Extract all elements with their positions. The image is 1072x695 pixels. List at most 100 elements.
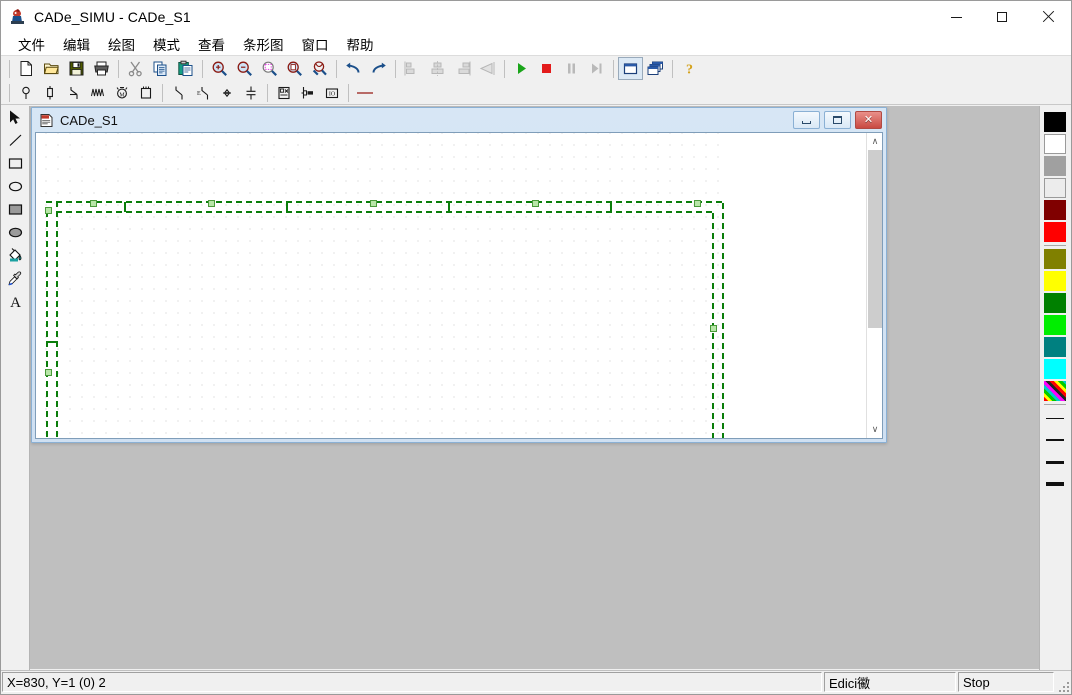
zoom-in-icon[interactable] bbox=[207, 57, 232, 80]
swatch-cyan[interactable] bbox=[1044, 359, 1066, 379]
capacitor-icon[interactable] bbox=[239, 82, 263, 103]
menu-edit[interactable]: 编辑 bbox=[55, 32, 98, 56]
swatch-black[interactable] bbox=[1044, 112, 1066, 132]
rectangle-filled-tool[interactable] bbox=[2, 198, 28, 221]
switch-icon[interactable] bbox=[167, 82, 191, 103]
title-bar: CADe_SIMU - CADe_S1 bbox=[1, 1, 1071, 33]
scrollbar-track[interactable] bbox=[867, 150, 882, 421]
menu-view[interactable]: 查看 bbox=[190, 32, 233, 56]
swatch-olive[interactable] bbox=[1044, 249, 1066, 269]
io-module-icon[interactable]: IO bbox=[320, 82, 344, 103]
ellipse-outline-tool[interactable] bbox=[2, 175, 28, 198]
open-folder-icon[interactable] bbox=[39, 57, 64, 80]
simulate-pause-icon[interactable] bbox=[559, 57, 584, 80]
line-width-1[interactable] bbox=[1043, 408, 1067, 428]
swatch-gray[interactable] bbox=[1044, 156, 1066, 176]
selection-handle[interactable] bbox=[90, 200, 97, 207]
zoom-out-icon[interactable] bbox=[232, 57, 257, 80]
child-window-title: CADe_S1 bbox=[60, 112, 118, 128]
line-width-4[interactable] bbox=[1043, 474, 1067, 494]
swatch-more-colors[interactable] bbox=[1044, 381, 1066, 401]
power-rail-selection[interactable] bbox=[45, 200, 724, 438]
wire-line-icon[interactable] bbox=[353, 82, 377, 103]
line-tool[interactable] bbox=[2, 129, 28, 152]
save-disk-icon[interactable] bbox=[64, 57, 89, 80]
align-left-icon[interactable] bbox=[400, 57, 425, 80]
menu-mode[interactable]: 模式 bbox=[145, 32, 188, 56]
align-center-icon[interactable] bbox=[425, 57, 450, 80]
selection-handle[interactable] bbox=[208, 200, 215, 207]
swatch-dark-green[interactable] bbox=[1044, 293, 1066, 313]
line-width-3[interactable] bbox=[1043, 452, 1067, 472]
swatch-yellow[interactable] bbox=[1044, 271, 1066, 291]
menu-barchart[interactable]: 条形图 bbox=[235, 32, 292, 56]
menu-draw[interactable]: 绘图 bbox=[100, 32, 143, 56]
child-minimize-button[interactable] bbox=[793, 111, 820, 129]
schematic-canvas[interactable] bbox=[36, 133, 866, 438]
menu-window[interactable]: 窗口 bbox=[294, 32, 337, 56]
zoom-pan-icon[interactable] bbox=[307, 57, 332, 80]
lamp-icon[interactable] bbox=[14, 82, 38, 103]
diode-icon[interactable] bbox=[215, 82, 239, 103]
chip-icon[interactable] bbox=[134, 82, 158, 103]
zoom-selection-icon[interactable] bbox=[257, 57, 282, 80]
new-document-icon[interactable] bbox=[14, 57, 39, 80]
swatch-red[interactable] bbox=[1044, 222, 1066, 242]
selection-handle[interactable] bbox=[532, 200, 539, 207]
child-close-button[interactable]: ✕ bbox=[855, 111, 882, 129]
swatch-white[interactable] bbox=[1044, 134, 1066, 154]
status-coordinates: X=830, Y=1 (0) 2 bbox=[2, 672, 822, 692]
undo-icon[interactable] bbox=[341, 57, 366, 80]
child-title-bar[interactable]: CADe_S1 ✕ bbox=[32, 108, 886, 132]
scroll-down-arrow-icon[interactable]: ∨ bbox=[867, 421, 882, 438]
copy-icon[interactable] bbox=[148, 57, 173, 80]
simulate-play-icon[interactable] bbox=[509, 57, 534, 80]
plc-block-icon[interactable] bbox=[272, 82, 296, 103]
close-button[interactable] bbox=[1025, 1, 1071, 33]
motor-icon[interactable]: M bbox=[110, 82, 134, 103]
vertical-scrollbar[interactable]: ∧ ∨ bbox=[866, 133, 882, 438]
zoom-page-icon[interactable] bbox=[282, 57, 307, 80]
resize-grip-icon[interactable] bbox=[1055, 678, 1071, 694]
maximize-button[interactable] bbox=[979, 1, 1025, 33]
redo-icon[interactable] bbox=[366, 57, 391, 80]
resistor-coil-icon[interactable] bbox=[86, 82, 110, 103]
scrollbar-thumb[interactable] bbox=[868, 150, 882, 328]
align-distribute-icon[interactable] bbox=[475, 57, 500, 80]
terminal-block-icon[interactable] bbox=[296, 82, 320, 103]
align-right-icon[interactable] bbox=[450, 57, 475, 80]
simulate-stop-icon[interactable] bbox=[534, 57, 559, 80]
contact-no-icon[interactable] bbox=[62, 82, 86, 103]
paint-bucket-tool[interactable] bbox=[2, 244, 28, 267]
selection-handle[interactable] bbox=[710, 325, 717, 332]
window-single-icon[interactable] bbox=[618, 57, 643, 80]
eyedropper-tool[interactable] bbox=[2, 267, 28, 290]
selection-handle[interactable] bbox=[45, 369, 52, 376]
child-restore-button[interactable] bbox=[824, 111, 851, 129]
relay-contact-icon[interactable]: E bbox=[191, 82, 215, 103]
selection-handle[interactable] bbox=[694, 200, 701, 207]
rectangle-outline-tool[interactable] bbox=[2, 152, 28, 175]
ellipse-filled-tool[interactable] bbox=[2, 221, 28, 244]
fuse-icon[interactable] bbox=[38, 82, 62, 103]
paste-icon[interactable] bbox=[173, 57, 198, 80]
selection-handle[interactable] bbox=[45, 207, 52, 214]
help-question-icon[interactable]: ? bbox=[677, 57, 702, 80]
menu-help[interactable]: 帮助 bbox=[339, 32, 382, 56]
simulate-step-icon[interactable] bbox=[584, 57, 609, 80]
swatch-teal[interactable] bbox=[1044, 337, 1066, 357]
line-width-2[interactable] bbox=[1043, 430, 1067, 450]
scroll-up-arrow-icon[interactable]: ∧ bbox=[867, 133, 882, 150]
menu-file[interactable]: 文件 bbox=[10, 32, 53, 56]
swatch-light-gray[interactable] bbox=[1044, 178, 1066, 198]
minimize-button[interactable] bbox=[933, 1, 979, 33]
selection-handle[interactable] bbox=[370, 200, 377, 207]
print-icon[interactable] bbox=[89, 57, 114, 80]
select-arrow-tool[interactable] bbox=[2, 106, 28, 129]
text-tool[interactable]: A bbox=[2, 290, 28, 313]
swatch-green[interactable] bbox=[1044, 315, 1066, 335]
window-cascade-icon[interactable] bbox=[643, 57, 668, 80]
cut-scissors-icon[interactable] bbox=[123, 57, 148, 80]
swatch-dark-red[interactable] bbox=[1044, 200, 1066, 220]
mdi-client-area: CADe_S1 ✕ ∧ ∨ bbox=[30, 106, 1039, 669]
